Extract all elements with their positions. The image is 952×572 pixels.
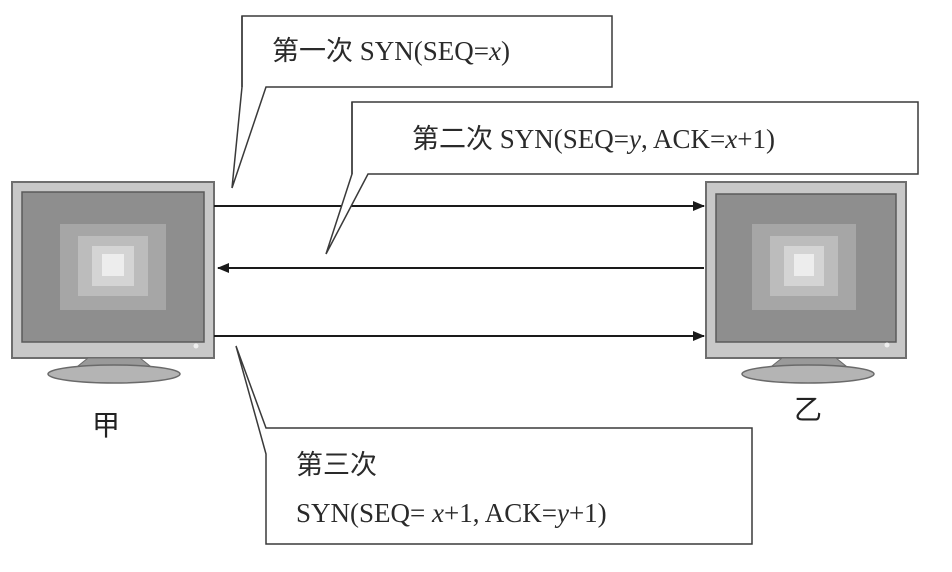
- callout-3-post: +1): [568, 498, 607, 528]
- left-host-label: 甲: [92, 409, 121, 442]
- callout-3-pre: SYN(SEQ=: [296, 498, 432, 528]
- callout-2-pre: SYN(SEQ=: [499, 124, 629, 154]
- right-host-label: 乙: [794, 393, 823, 426]
- callout-3-text: SYN(SEQ= x+1, ACK=y+1): [296, 500, 607, 527]
- tcp-handshake-diagram: [11, 15, 919, 545]
- callout-3-var-y: y: [556, 498, 569, 528]
- callout-1-var-x: x: [489, 36, 501, 66]
- callout-1-text: 第一次 SYN(SEQ=x): [272, 38, 510, 65]
- callout-2-step: 第二次: [412, 124, 493, 154]
- left-monitor-icon: [11, 181, 215, 384]
- callout-1-pre: SYN(SEQ=: [359, 36, 489, 66]
- callout-2-var-y: y: [629, 124, 641, 154]
- callout-2-post: +1): [737, 124, 775, 154]
- right-monitor-icon: [705, 181, 907, 384]
- callout-3-var-x: x: [432, 498, 444, 528]
- callout-3-mid: +1, ACK=: [443, 498, 557, 528]
- callout-2-var-x: x: [725, 124, 738, 154]
- callout-1-step: 第一次: [272, 36, 353, 66]
- callout-3-step: 第三次: [296, 450, 377, 480]
- callout-2-mid: , ACK=: [640, 124, 726, 154]
- callout-1-post: ): [500, 36, 510, 66]
- callout-2-text: 第二次 SYN(SEQ=y, ACK=x+1): [412, 126, 775, 153]
